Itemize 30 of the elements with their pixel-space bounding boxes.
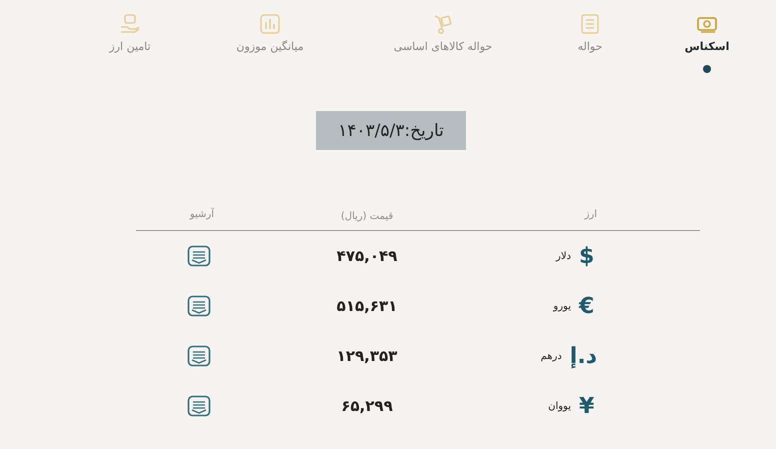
currency-name: یووان [548,400,571,412]
category-tab[interactable]: تامین ارز [64,13,196,53]
category-tab[interactable]: میانگین موزون [196,13,344,53]
hand-icon [119,13,141,35]
archive-icon[interactable] [187,395,211,417]
price-value: ۵۱۵,۶۳۱ [336,297,398,315]
price-value: ۶۵,۲۹۹ [341,397,393,415]
category-tab[interactable]: حواله کالاهای اساسی [344,13,542,53]
currency-symbol: $ [579,244,596,268]
list-icon [579,13,601,35]
category-tab[interactable]: اسکناس [638,13,776,53]
category-tab[interactable]: حواله [542,13,638,53]
cart-icon [432,13,454,35]
column-header: قیمت (ریال) [340,211,394,222]
chart-icon [259,13,281,35]
archive-icon[interactable] [187,245,211,267]
currency-symbol: ¥ [579,394,596,418]
price-value: ۴۷۵,۰۴۹ [336,247,398,265]
active-indicator [703,65,711,73]
currency-symbol: د.إ [570,344,597,368]
archive-icon[interactable] [187,295,211,317]
column-header: ارز [584,208,597,220]
currency-symbol: € [579,294,596,318]
column-header: آرشیو [190,208,214,220]
archive-icon[interactable] [187,345,211,367]
currency-name: یورو [553,300,571,312]
date-label: تاریخ:۱۴۰۳/۵/۳ [316,111,466,150]
currency-name: دلار [556,250,571,262]
currency-name: درهم [540,350,562,362]
price-value: ۱۲۹,۳۵۳ [336,347,398,365]
